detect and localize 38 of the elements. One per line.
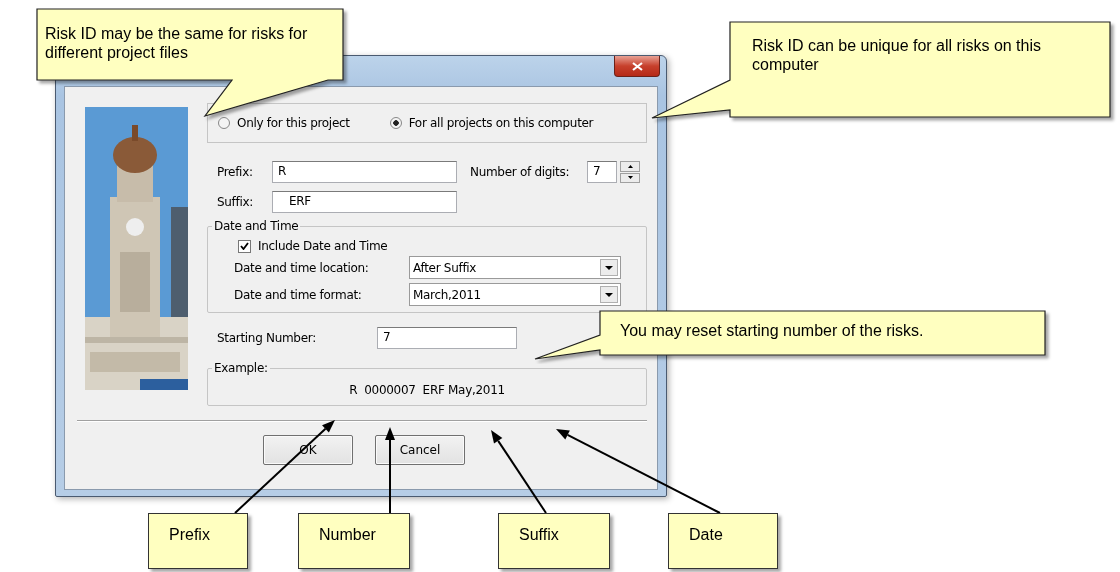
callout-label: Prefix [148, 513, 248, 569]
checkbox[interactable] [238, 239, 251, 253]
radio-label: For all projects on this computer [408, 116, 594, 130]
callout-label: Number [298, 513, 410, 569]
down-arrow-icon [627, 176, 633, 180]
radio-button[interactable] [218, 117, 230, 129]
radio-button[interactable] [389, 117, 402, 129]
caret-icon [605, 292, 613, 297]
cancel-button[interactable]: Cancel [375, 435, 465, 465]
group-title: Example: [213, 361, 269, 375]
dropdown-label: Date and time format: [234, 287, 363, 302]
callout-text: Risk ID can be unique for all risks on this computer [752, 36, 1042, 74]
starting-number-field[interactable]: 7 [377, 327, 517, 349]
dropdown[interactable]: After Suffix [409, 256, 621, 279]
spin-up-button[interactable] [620, 161, 640, 172]
checkbox-label: Include Date and Time [258, 239, 388, 253]
callout-label: Date [668, 513, 778, 569]
dropdown-label: Date and time location: [234, 260, 370, 275]
digits-field[interactable]: 7 [587, 161, 617, 183]
close-icon [631, 61, 643, 71]
suffix-label: Suffix: [217, 195, 255, 209]
dropdown[interactable]: March,2011 [409, 283, 621, 306]
check-icon [240, 242, 249, 250]
prefix-label: Prefix: [217, 165, 254, 179]
close-button[interactable] [614, 56, 660, 77]
example-text: R 0000007 ERF May,2011 [348, 382, 506, 399]
callout-label: Suffix [498, 513, 610, 569]
starting-number-label: Starting Number: [217, 331, 317, 345]
caret-icon [605, 265, 613, 270]
radio-label: Only for this project [237, 116, 350, 130]
up-arrow-icon [627, 164, 633, 168]
suffix-field[interactable]: ERF [272, 191, 457, 213]
group-title: Date and Time [213, 219, 300, 233]
prefix-field[interactable]: R [272, 161, 457, 183]
digits-label: Number of digits: [470, 165, 571, 179]
spin-down-button[interactable] [620, 172, 640, 183]
callout-text: Risk ID may be the same for risks for different project files [45, 24, 309, 62]
callout-text: You may reset starting number of the risks. [620, 321, 925, 340]
